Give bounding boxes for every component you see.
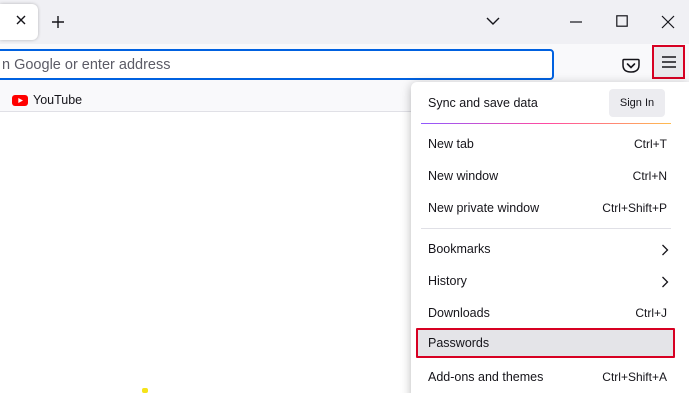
new-tab-plus-icon[interactable]	[50, 14, 66, 30]
menu-item-label: Bookmarks	[428, 242, 491, 256]
menu-item-new-window[interactable]: New window Ctrl+N	[416, 161, 675, 191]
open-menu-button[interactable]	[652, 45, 685, 79]
sign-in-button[interactable]: Sign In	[609, 89, 665, 117]
menu-item-history[interactable]: History	[416, 266, 675, 296]
menu-item-shortcut: Ctrl+J	[635, 306, 667, 320]
menu-item-label: Downloads	[428, 306, 490, 320]
menu-item-new-tab[interactable]: New tab Ctrl+T	[416, 129, 675, 159]
address-bar-placeholder: n Google or enter address	[2, 57, 171, 73]
close-window-icon[interactable]	[661, 15, 675, 29]
menu-item-label: New tab	[428, 137, 474, 151]
sync-row: Sync and save data Sign In	[411, 82, 689, 124]
sync-separator	[421, 123, 671, 124]
menu-item-passwords[interactable]: Passwords	[416, 328, 675, 358]
menu-item-label: New private window	[428, 201, 540, 215]
menu-item-label: Add-ons and themes	[428, 370, 544, 384]
pocket-icon[interactable]	[619, 54, 643, 78]
bookmark-youtube[interactable]: YouTube	[12, 92, 82, 108]
menu-item-label: New window	[428, 169, 499, 183]
menu-item-addons-and-themes[interactable]: Add-ons and themes Ctrl+Shift+A	[416, 362, 675, 392]
chevron-right-icon	[662, 276, 669, 288]
active-tab[interactable]	[0, 4, 38, 40]
minimize-icon[interactable]	[569, 15, 583, 29]
youtube-icon	[12, 94, 28, 106]
menu-item-bookmarks[interactable]: Bookmarks	[416, 234, 675, 264]
menu-item-downloads[interactable]: Downloads Ctrl+J	[416, 298, 675, 328]
tab-strip	[0, 0, 689, 44]
menu-item-label: History	[428, 274, 467, 288]
chevron-down-icon[interactable]	[486, 16, 500, 26]
menu-item-shortcut: Ctrl+T	[634, 137, 667, 151]
menu-item-new-private-window[interactable]: New private window Ctrl+Shift+P	[416, 193, 675, 223]
sync-label: Sync and save data	[428, 96, 538, 110]
menu-separator	[421, 228, 671, 229]
menu-item-shortcut: Ctrl+Shift+P	[602, 201, 667, 215]
menu-item-shortcut: Ctrl+N	[632, 169, 667, 183]
cursor-highlight	[142, 388, 148, 393]
menu-item-shortcut: Ctrl+Shift+A	[602, 370, 667, 384]
app-menu-panel: Sync and save data Sign In New tab Ctrl+…	[411, 82, 689, 393]
maximize-icon[interactable]	[616, 15, 628, 27]
close-tab-icon[interactable]	[14, 13, 28, 27]
hamburger-menu-icon	[662, 56, 676, 68]
chevron-right-icon	[662, 244, 669, 256]
address-bar[interactable]: n Google or enter address	[0, 49, 554, 80]
menu-item-label: Passwords	[428, 336, 490, 350]
bookmark-label: YouTube	[33, 93, 83, 107]
